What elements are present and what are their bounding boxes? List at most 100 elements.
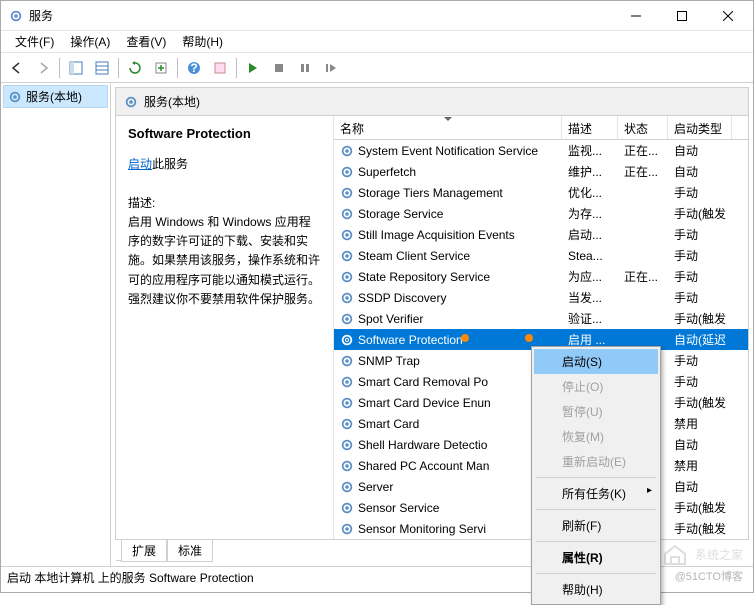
tree-root-label: 服务(本地) — [26, 88, 82, 105]
ctx-item[interactable]: 启动(S) — [534, 349, 658, 374]
col-name[interactable]: 名称 — [334, 116, 562, 139]
menu-view[interactable]: 查看(V) — [118, 31, 174, 52]
service-desc-cell: 维护... — [562, 161, 618, 182]
tree-root[interactable]: 服务(本地) — [3, 85, 108, 108]
service-name-cell: System Event Notification Service — [358, 144, 538, 158]
service-type-cell: 自动 — [668, 434, 732, 455]
ctx-item: 停止(O) — [534, 374, 658, 399]
gear-icon — [340, 354, 354, 368]
service-status-cell: 正在... — [618, 140, 668, 161]
service-type-cell: 手动 — [668, 245, 732, 266]
service-row[interactable]: System Event Notification Service 监视...正在… — [334, 140, 748, 161]
minimize-button[interactable] — [613, 1, 659, 31]
gear-icon — [340, 396, 354, 410]
service-name-cell: Steam Client Service — [358, 249, 470, 263]
service-status-cell — [618, 296, 668, 300]
service-type-cell: 自动 — [668, 476, 732, 497]
gear-icon — [340, 144, 354, 158]
window-title: 服务 — [29, 7, 613, 24]
service-status-cell — [618, 254, 668, 258]
service-status-cell — [618, 338, 668, 342]
service-name-cell: Sensor Service — [358, 501, 439, 515]
service-type-cell: 手动(触发 — [668, 308, 732, 329]
ctx-item[interactable]: 帮助(H) — [534, 577, 658, 602]
service-row[interactable]: Storage Tiers Management优化...手动 — [334, 182, 748, 203]
service-name-cell: Server — [358, 480, 393, 494]
gear-icon — [340, 333, 354, 347]
gear-icon — [340, 249, 354, 263]
gear-icon — [340, 228, 354, 242]
gear-icon — [340, 375, 354, 389]
service-desc-cell: 当发... — [562, 287, 618, 308]
gear-icon — [340, 291, 354, 305]
status-text: 启动 本地计算机 上的服务 Software Protection — [7, 569, 254, 586]
restart-button[interactable] — [319, 56, 343, 80]
ctx-item[interactable]: 属性(R) — [534, 545, 658, 570]
service-status-cell — [618, 317, 668, 321]
service-name-cell: Storage Service — [358, 207, 443, 221]
service-row[interactable]: State Repository Service为应...正在...手动 — [334, 266, 748, 287]
menu-action[interactable]: 操作(A) — [62, 31, 118, 52]
export-button[interactable] — [149, 56, 173, 80]
ctx-item[interactable]: 刷新(F) — [534, 513, 658, 538]
toolbar-props[interactable] — [208, 56, 232, 80]
service-type-cell: 手动(触发 — [668, 518, 732, 539]
service-name-cell: Shell Hardware Detectio — [358, 438, 487, 452]
toolbar-view2[interactable] — [90, 56, 114, 80]
stop-button[interactable] — [267, 56, 291, 80]
service-status-cell — [618, 233, 668, 237]
menu-help[interactable]: 帮助(H) — [174, 31, 231, 52]
service-name-cell: Shared PC Account Man — [358, 459, 489, 473]
service-name-cell: Sensor Monitoring Servi — [358, 522, 486, 536]
help-button[interactable]: ? — [182, 56, 206, 80]
service-type-cell: 手动 — [668, 182, 732, 203]
service-type-cell: 手动 — [668, 371, 732, 392]
service-type-cell: 手动(触发 — [668, 392, 732, 413]
ctx-item: 重新启动(E) — [534, 449, 658, 474]
start-link[interactable]: 启动 — [128, 157, 152, 171]
toolbar-view1[interactable] — [64, 56, 88, 80]
tab-extended[interactable]: 扩展 — [121, 540, 167, 562]
tab-standard[interactable]: 标准 — [167, 540, 213, 562]
gear-icon — [340, 480, 354, 494]
service-status-cell: 正在... — [618, 266, 668, 287]
service-name-cell: State Repository Service — [358, 270, 490, 284]
gear-icon — [340, 186, 354, 200]
service-row[interactable]: Storage Service为存...手动(触发 — [334, 203, 748, 224]
service-type-cell: 禁用 — [668, 413, 732, 434]
service-name-cell: SNMP Trap — [358, 354, 420, 368]
close-button[interactable] — [705, 1, 751, 31]
service-row[interactable]: Steam Client Service Stea... 手动 — [334, 245, 748, 266]
service-row[interactable]: Spot Verifier验证...手动(触发 — [334, 308, 748, 329]
col-type[interactable]: 启动类型 — [668, 116, 732, 139]
gear-icon — [340, 522, 354, 536]
context-menu: 启动(S)停止(O)暂停(U)恢复(M)重新启动(E)所有任务(K)刷新(F)属… — [531, 346, 661, 605]
content-title: 服务(本地) — [144, 93, 200, 110]
start-suffix: 此服务 — [152, 157, 188, 171]
play-button[interactable] — [241, 56, 265, 80]
menu-file[interactable]: 文件(F) — [7, 31, 62, 52]
pause-button[interactable] — [293, 56, 317, 80]
detail-panel: Software Protection 启动此服务 描述: 启用 Windows… — [116, 116, 334, 539]
maximize-button[interactable] — [659, 1, 705, 31]
forward-button[interactable] — [31, 56, 55, 80]
ctx-item: 恢复(M) — [534, 424, 658, 449]
back-button[interactable] — [5, 56, 29, 80]
gear-icon — [340, 501, 354, 515]
col-desc[interactable]: 描述 — [562, 116, 618, 139]
services-icon — [9, 9, 23, 23]
marker-icon — [461, 334, 469, 342]
service-status-cell — [618, 212, 668, 216]
desc-text: 启用 Windows 和 Windows 应用程序的数字许可证的下载、安装和实施… — [128, 213, 321, 309]
service-desc-cell: Stea... — [562, 247, 618, 265]
refresh-button[interactable] — [123, 56, 147, 80]
service-row[interactable]: Superfetch维护...正在...自动 — [334, 161, 748, 182]
svg-text:?: ? — [190, 61, 197, 75]
service-name: Software Protection — [128, 126, 321, 141]
ctx-item[interactable]: 所有任务(K) — [534, 481, 658, 506]
col-status[interactable]: 状态 — [618, 116, 668, 139]
service-row[interactable]: SSDP Discovery当发...手动 — [334, 287, 748, 308]
service-desc-cell: 监视... — [562, 140, 618, 161]
service-row[interactable]: Still Image Acquisition Events启动...手动 — [334, 224, 748, 245]
service-type-cell: 手动 — [668, 266, 732, 287]
